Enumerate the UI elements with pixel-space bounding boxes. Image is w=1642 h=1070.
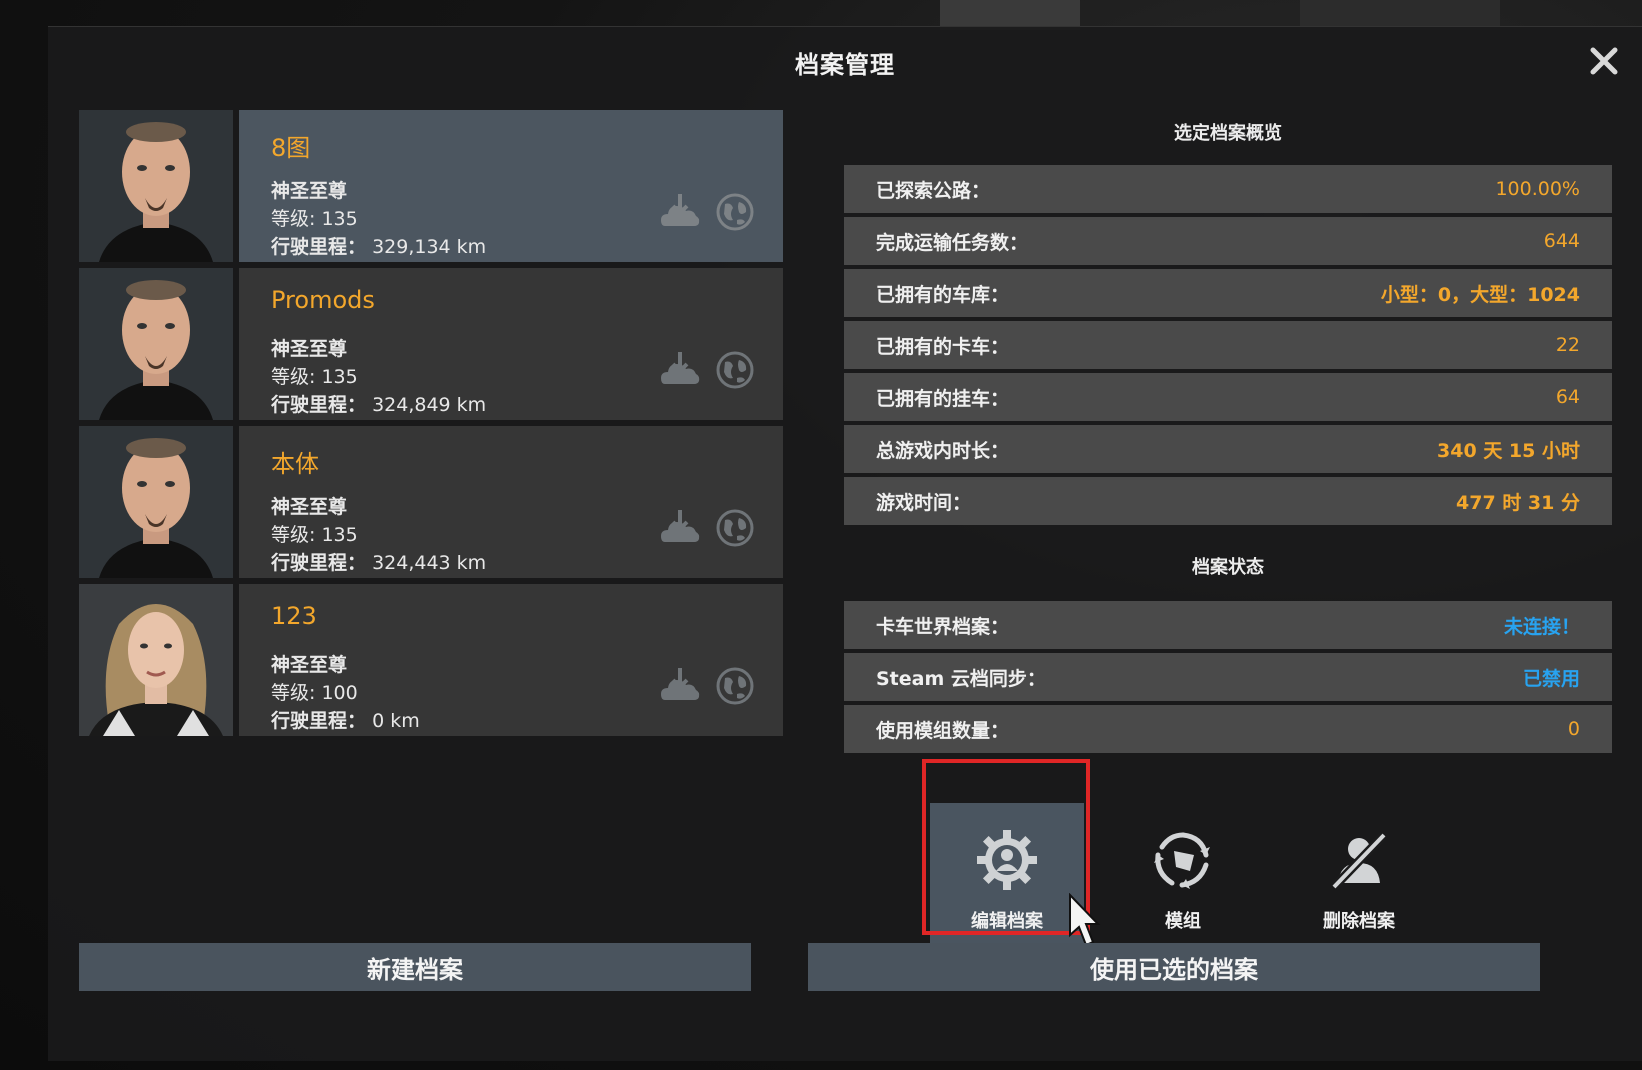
status-value[interactable]: 未连接！ [1504,612,1580,639]
stat-row-roads: 已探索公路： 100.00% [844,165,1612,213]
profile-level: 等级: 100 [271,682,358,704]
stat-value: 477 时 31 分 [1456,491,1580,514]
cloud-download-icon[interactable] [659,192,701,232]
distance-value: 329,134 km [372,236,487,258]
stat-value: 340 天 15 小时 [1437,439,1580,462]
close-button[interactable] [1584,41,1624,81]
profile-row[interactable]: 本体 神圣至尊 等级: 135 行驶里程： 324,443 km [79,426,783,578]
cloud-download-icon[interactable] [659,350,701,390]
mods-icon [1154,832,1210,889]
profile-distance: 行驶里程： 0 km [271,706,420,733]
stat-value: 644 [1543,230,1580,252]
profile-row[interactable]: 8图 神圣至尊 等级: 135 行驶里程： 329,134 km [79,110,783,262]
stat-row-ingame-time: 总游戏内时长： 340 天 15 小时 [844,425,1612,473]
profile-level: 等级: 135 [271,366,358,388]
status-row-steam-cloud: Steam 云档同步： 已禁用 [844,653,1612,701]
profile-name: 本体 [271,450,319,478]
stat-row-trailers: 已拥有的挂车： 64 [844,373,1612,421]
status-row-worldoftrucks: 卡车世界档案： 未连接！ [844,601,1612,649]
profile-rank: 神圣至尊 [271,654,348,676]
stat-value: 小型：0，大型：1024 [1380,283,1580,306]
delete-profile-button[interactable]: 删除档案 [1282,803,1436,953]
stat-row-trucks: 已拥有的卡车： 22 [844,321,1612,369]
close-icon [1590,47,1618,75]
stat-value: 64 [1555,386,1580,408]
gear-person-icon [977,830,1037,890]
edit-profile-label: 编辑档案 [971,911,1043,932]
dialog-title: 档案管理 [795,51,895,79]
delete-profile-label: 删除档案 [1323,911,1395,932]
distance-value: 324,443 km [372,552,487,574]
avatar [79,268,233,420]
globe-icon[interactable] [715,666,755,706]
cloud-download-icon[interactable] [659,666,701,706]
profile-distance: 行驶里程： 324,849 km [271,390,486,417]
globe-icon[interactable] [715,192,755,232]
stat-label: 已拥有的挂车： [876,387,1010,410]
stat-row-deliveries: 完成运输任务数： 644 [844,217,1612,265]
stat-row-garages: 已拥有的车库： 小型：0，大型：1024 [844,269,1612,317]
profile-list: 8图 神圣至尊 等级: 135 行驶里程： 329,134 km Promods… [79,110,783,742]
profile-name: 8图 [271,134,311,162]
profile-rank: 神圣至尊 [271,338,348,360]
profile-distance: 行驶里程： 324,443 km [271,548,486,575]
use-selected-profile-button[interactable]: 使用已选的档案 [808,943,1540,991]
distance-label: 行驶里程： [271,552,367,574]
stat-label: 已拥有的卡车： [876,335,1010,358]
distance-label: 行驶里程： [271,236,367,258]
profile-rank: 神圣至尊 [271,180,348,202]
edit-profile-button[interactable]: 编辑档案 [930,803,1084,953]
status-value: 0 [1567,718,1580,740]
profile-distance: 行驶里程： 329,134 km [271,232,486,259]
stat-label: 游戏时间： [876,491,972,514]
avatar [79,110,233,262]
status-label: Steam 云档同步： [876,667,1046,690]
mouse-cursor-icon [1069,893,1101,947]
globe-icon[interactable] [715,350,755,390]
distance-value: 0 km [372,710,420,732]
profile-manager-dialog: 档案管理 8图 神圣至尊 等级: 135 行驶里程： 329,134 km Pr… [48,26,1642,1061]
stat-label: 完成运输任务数： [876,231,1029,254]
stat-row-playtime: 游戏时间： 477 时 31 分 [844,477,1612,525]
stat-label: 已探索公路： [876,179,991,202]
stat-label: 总游戏内时长： [876,439,1010,462]
status-row-mods-count: 使用模组数量： 0 [844,705,1612,753]
mods-button[interactable]: 模组 [1106,803,1260,953]
profile-row[interactable]: Promods 神圣至尊 等级: 135 行驶里程： 324,849 km [79,268,783,420]
profile-name: Promods [271,286,375,314]
stat-value: 22 [1555,334,1580,356]
globe-icon[interactable] [715,508,755,548]
distance-value: 324,849 km [372,394,487,416]
new-profile-button[interactable]: 新建档案 [79,943,751,991]
distance-label: 行驶里程： [271,394,367,416]
status-label: 卡车世界档案： [876,615,1010,638]
profile-name: 123 [271,602,317,630]
overview-title: 选定档案概览 [1174,123,1282,144]
stat-value: 100.00% [1495,178,1580,200]
stat-label: 已拥有的车库： [876,283,1010,306]
status-title: 档案状态 [1192,557,1264,578]
distance-label: 行驶里程： [271,710,367,732]
mods-label: 模组 [1165,911,1201,932]
delete-profile-icon [1330,831,1388,891]
status-label: 使用模组数量： [876,719,1010,742]
profile-rank: 神圣至尊 [271,496,348,518]
profile-level: 等级: 135 [271,524,358,546]
profile-row[interactable]: 123 神圣至尊 等级: 100 行驶里程： 0 km [79,584,783,736]
avatar [79,426,233,578]
status-value[interactable]: 已禁用 [1523,664,1580,691]
avatar [79,584,233,736]
profile-level: 等级: 135 [271,208,358,230]
cloud-download-icon[interactable] [659,508,701,548]
